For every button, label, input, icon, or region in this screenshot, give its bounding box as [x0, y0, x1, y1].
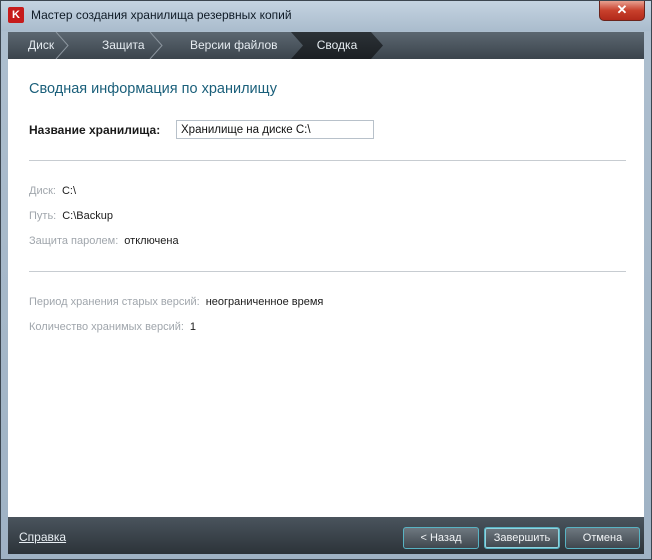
tab-protection[interactable]: Защита [102, 32, 145, 59]
retention-row: Период хранения старых версий: неограниче… [29, 296, 323, 308]
page-title: Сводная информация по хранилищу [29, 81, 277, 97]
versions-row: Количество хранимых версий: 1 [29, 321, 196, 333]
retention-value: неограниченное время [205, 296, 324, 308]
step-separator-icon [149, 32, 163, 59]
title-bar[interactable]: K Мастер создания хранилища резервных ко… [1, 1, 651, 31]
wizard-window: K Мастер создания хранилища резервных ко… [0, 0, 652, 560]
close-button[interactable]: ✕ [599, 1, 645, 21]
divider [29, 271, 626, 272]
path-label: Путь: [29, 210, 57, 222]
path-value: C:\Backup [62, 210, 113, 222]
kaspersky-logo-icon: K [8, 7, 24, 23]
disk-value: C:\ [61, 185, 77, 197]
retention-label: Период хранения старых версий: [29, 296, 200, 308]
tab-summary[interactable]: Сводка [291, 32, 383, 59]
summary-panel: Сводная информация по хранилищу Название… [8, 59, 644, 517]
password-label: Защита паролем: [29, 235, 119, 247]
versions-value: 1 [189, 321, 197, 333]
storage-name-label: Название хранилища: [29, 123, 161, 137]
wizard-steps: Диск Защита Версии файлов Сводка [8, 32, 644, 59]
password-value: отключена [124, 235, 179, 247]
disk-label: Диск: [29, 185, 56, 197]
versions-label: Количество хранимых версий: [29, 321, 184, 333]
disk-row: Диск: C:\ [29, 185, 76, 197]
button-bar: Справка < Назад Завершить Отмена [8, 517, 644, 554]
help-link[interactable]: Справка [19, 530, 66, 544]
back-button[interactable]: < Назад [403, 527, 479, 549]
step-separator-icon [55, 32, 69, 59]
divider [29, 160, 626, 161]
cancel-button[interactable]: Отмена [565, 527, 640, 549]
storage-name-input[interactable] [176, 120, 374, 139]
password-row: Защита паролем: отключена [29, 235, 179, 247]
path-row: Путь: C:\Backup [29, 210, 113, 222]
finish-button[interactable]: Завершить [484, 527, 560, 549]
tab-disk[interactable]: Диск [28, 32, 54, 59]
window-title: Мастер создания хранилища резервных копи… [31, 8, 292, 22]
tab-file-versions[interactable]: Версии файлов [190, 32, 278, 59]
